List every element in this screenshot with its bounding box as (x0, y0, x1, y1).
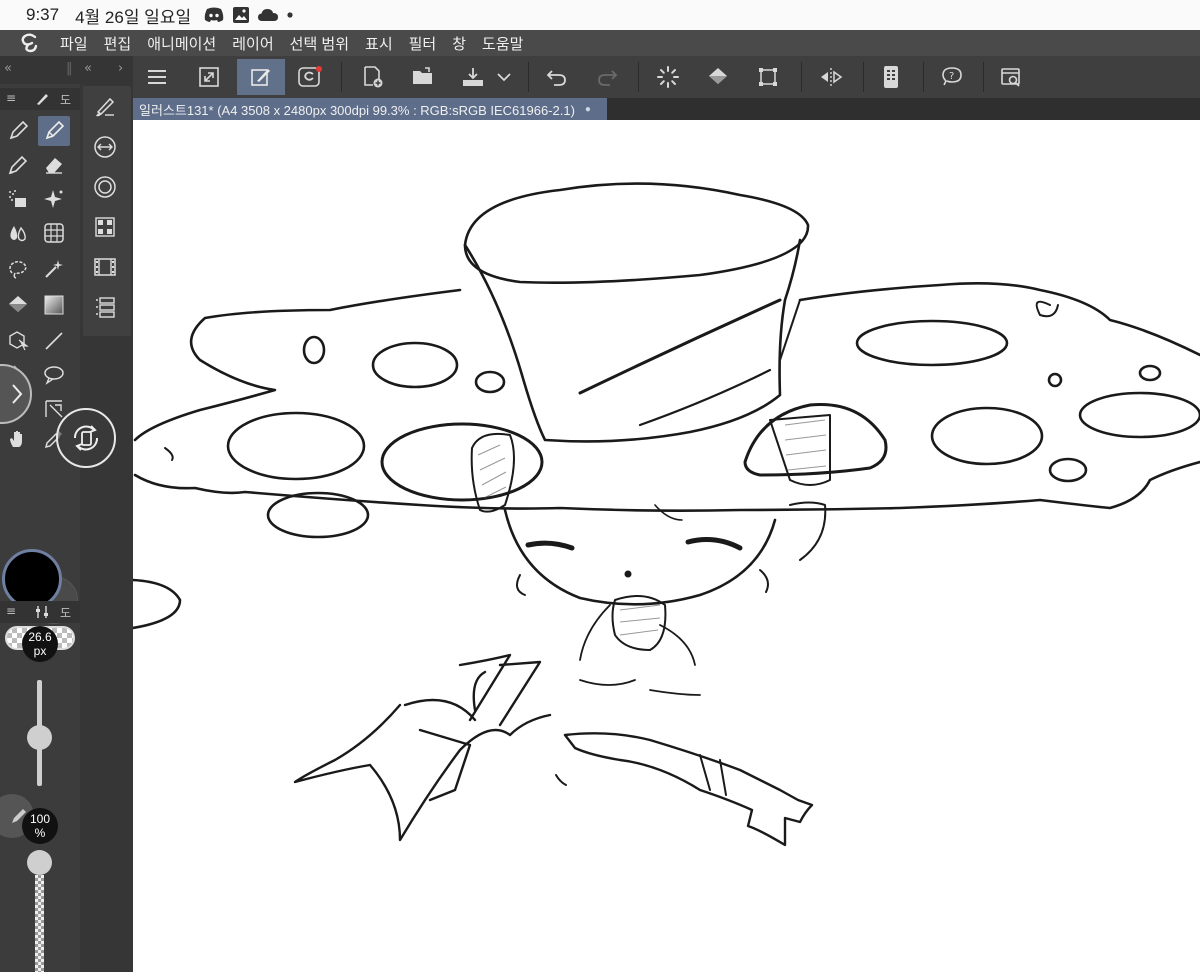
undo-icon[interactable] (535, 59, 579, 95)
sparkle-icon[interactable] (38, 184, 70, 214)
clip-studio-services-icon[interactable] (288, 59, 332, 95)
property-panel-header: ≡ 도 (0, 601, 80, 623)
brush-settings-icon[interactable] (237, 59, 285, 95)
tool-panel: ≡ 도 ≡ 도 26.6 px 100 % (0, 84, 80, 972)
gradient-icon[interactable] (38, 290, 70, 320)
sub-tool-strip (80, 84, 133, 972)
menu-view[interactable]: 표시 (365, 33, 393, 54)
drawing-canvas[interactable] (133, 120, 1200, 972)
clip-studio-logo[interactable] (0, 33, 60, 53)
layer-list-icon[interactable] (89, 292, 121, 322)
cloud-icon (257, 7, 279, 23)
canvas-rotate-icon[interactable] (56, 408, 116, 468)
command-bar: ? (133, 56, 1200, 98)
discord-icon (203, 7, 225, 23)
transform-icon[interactable] (746, 59, 790, 95)
menu-icon[interactable] (135, 59, 179, 95)
menu-file[interactable]: 파일 (60, 33, 88, 54)
fullscreen-icon[interactable] (187, 59, 231, 95)
brush-opacity-unit: % (34, 826, 46, 840)
modified-dot[interactable]: ● (585, 104, 591, 115)
timeline-icon[interactable] (89, 252, 121, 282)
menu-layer[interactable]: 레이어 (232, 33, 273, 54)
airbrush-icon[interactable] (2, 184, 34, 214)
tool-panel-header: ≡ 도 (0, 88, 80, 110)
document-tab[interactable]: 일러스트131* (A4 3508 x 2480px 300dpi 99.3% … (133, 98, 607, 120)
menu-help[interactable]: 도움말 (482, 33, 523, 54)
menu-filter[interactable]: 필터 (409, 33, 437, 54)
document-title: 일러스트131* (A4 3508 x 2480px 300dpi 99.3% … (139, 102, 575, 118)
menu-window[interactable]: 창 (452, 33, 466, 54)
panel-menu-icon[interactable]: ≡ (6, 91, 16, 105)
tool-tab-label[interactable]: 도 (60, 91, 71, 108)
collapse-left-icon[interactable]: « (4, 61, 12, 76)
main-color-swatch[interactable] (2, 549, 62, 609)
property-tab-label[interactable]: 도 (60, 604, 71, 621)
magic-wand-icon[interactable] (38, 254, 70, 284)
sub-tool-brush-icon[interactable] (89, 92, 121, 122)
tool-tab-brush-icon[interactable] (34, 91, 50, 110)
brush-opacity-readout: 100 % (22, 808, 58, 844)
line-icon[interactable] (38, 326, 70, 356)
marker-icon[interactable] (2, 150, 34, 180)
help-icon[interactable]: ? (930, 59, 974, 95)
system-status-bar: 9:37 4월 26일 일요일 (0, 0, 1200, 30)
hand-icon[interactable] (2, 424, 34, 454)
speech-bubble-icon[interactable] (38, 360, 70, 390)
menu-bar: 파일 편집 애니메이션 레이어 선택 범위 표시 필터 창 도움말 (0, 30, 1200, 56)
brush-size-readout: 26.6 px (22, 626, 58, 662)
navigator-icon[interactable] (89, 132, 121, 162)
collapse-sub-icon[interactable]: « (84, 61, 92, 76)
layer-property-icon[interactable] (89, 172, 121, 202)
gallery-icon (232, 6, 250, 24)
loading-icon[interactable] (646, 59, 690, 95)
bucket-icon[interactable] (2, 290, 34, 320)
dropdown-icon[interactable] (489, 59, 519, 95)
menu-edit[interactable]: 편집 (104, 33, 132, 54)
panel-grip-icon[interactable]: ‖ (66, 61, 73, 76)
brush-size-value: 26.6 (28, 630, 52, 644)
pen-icon[interactable] (2, 116, 34, 146)
assets-icon[interactable] (989, 59, 1033, 95)
pencil-icon[interactable] (38, 116, 70, 146)
color-set-icon[interactable] (89, 212, 121, 242)
status-time: 9:37 (26, 5, 60, 24)
brush-opacity-slider-knob[interactable] (27, 850, 52, 875)
new-file-icon[interactable] (351, 59, 395, 95)
svg-text:?: ? (949, 71, 954, 82)
eraser-icon[interactable] (38, 150, 70, 180)
fill-icon[interactable] (696, 59, 740, 95)
property-tab-icon[interactable] (34, 604, 50, 623)
menu-selection[interactable]: 선택 범위 (290, 33, 349, 54)
object-select-icon[interactable] (2, 326, 34, 356)
brush-opacity-value: 100 (29, 812, 51, 826)
flip-icon[interactable] (809, 59, 853, 95)
panel-menu-icon[interactable]: ≡ (6, 604, 16, 618)
redo-icon[interactable] (585, 59, 629, 95)
expand-sub-icon[interactable]: › (118, 61, 123, 76)
lasso-icon[interactable] (2, 254, 34, 284)
brush-opacity-slider[interactable] (35, 875, 44, 972)
grid-icon[interactable] (38, 218, 70, 248)
brush-size-slider-knob[interactable] (27, 724, 52, 750)
brush-size-unit: px (33, 644, 47, 658)
blend-icon[interactable] (2, 218, 34, 248)
open-folder-icon[interactable] (401, 59, 445, 95)
smartphone-icon[interactable] (869, 59, 913, 95)
dot-icon (286, 11, 294, 19)
panel-header-bar: « ‖ « › (0, 56, 133, 84)
sketch-artwork (133, 182, 1200, 847)
menu-animation[interactable]: 애니메이션 (147, 33, 216, 54)
status-date: 4월 26일 일요일 (75, 7, 192, 27)
document-tab-bar: 일러스트131* (A4 3508 x 2480px 300dpi 99.3% … (133, 98, 1200, 120)
